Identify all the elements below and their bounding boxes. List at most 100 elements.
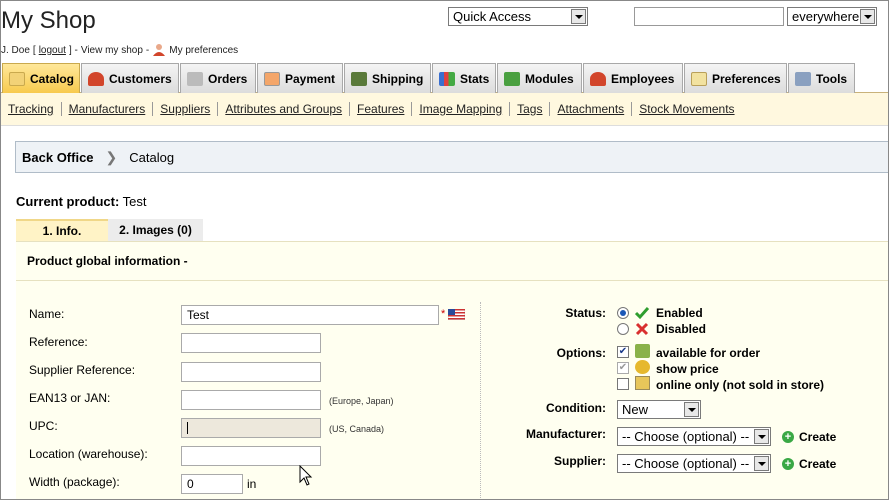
status-enabled-radio[interactable] [617,307,629,319]
tab-product-info[interactable]: 1. Info. [16,219,108,241]
us-flag-icon[interactable] [448,309,465,320]
width-unit: in [247,477,257,491]
plus-icon: + [782,431,794,443]
subnav-attachments[interactable]: Attachments [550,102,633,116]
show-price-label: show price [656,362,719,376]
name-field[interactable]: Test [181,305,439,325]
store-icon [635,376,650,390]
cart-icon [635,344,650,358]
manufacturer-label: Manufacturer: [525,427,606,441]
tab-shipping[interactable]: Shipping [344,63,431,93]
text-caret [187,422,188,434]
panel-title: Product global information - [27,254,188,268]
logout-link[interactable]: logout [39,45,66,56]
available-for-order-label: available for order [656,346,761,360]
supplier-reference-label: Supplier Reference: [29,363,136,377]
search-scope-select[interactable]: everywhere [787,7,877,26]
shipping-icon [351,71,367,86]
status-disabled-radio[interactable] [617,323,629,335]
subnav-stock-movements[interactable]: Stock Movements [632,102,741,116]
chevron-down-icon [684,402,699,417]
condition-select[interactable]: New [617,400,701,419]
status-label: Status: [565,306,606,320]
chevron-down-icon [571,9,586,24]
breadcrumb-root[interactable]: Back Office [22,150,94,165]
user-name: J. Doe [1,44,30,56]
create-supplier-button[interactable]: + Create [782,457,836,471]
tab-preferences[interactable]: Preferences [684,63,787,93]
my-preferences-link[interactable]: My preferences [169,45,238,56]
preferences-icon [691,71,707,86]
supplier-reference-field[interactable] [181,362,321,382]
subnav-suppliers[interactable]: Suppliers [153,102,219,116]
subnav-attributes-groups[interactable]: Attributes and Groups [218,102,351,116]
supplier-label: Supplier: [553,454,606,468]
tab-payment[interactable]: Payment [257,63,343,93]
width-label: Width (package): [29,475,120,489]
upc-label: UPC: [29,419,58,433]
available-for-order-checkbox[interactable]: ✔ [617,346,629,358]
orders-icon [187,71,203,86]
search-input[interactable] [634,7,784,26]
upc-hint: (US, Canada) [329,424,385,434]
condition-label: Condition: [546,401,606,415]
catalog-icon [9,72,25,86]
stats-icon [439,71,455,86]
width-field[interactable]: 0 [181,474,243,494]
name-label: Name: [29,307,65,321]
subnav-tags[interactable]: Tags [510,102,551,116]
ean13-field[interactable] [181,390,321,410]
online-only-checkbox[interactable] [617,378,629,390]
tab-orders[interactable]: Orders [180,63,256,93]
chevron-down-icon [754,429,769,444]
manufacturer-select[interactable]: -- Choose (optional) -- [617,427,771,446]
cross-icon [635,322,649,336]
tab-catalog[interactable]: Catalog [2,63,80,94]
subnav-tracking[interactable]: Tracking [1,102,62,116]
tab-customers[interactable]: Customers [81,63,179,93]
plus-icon: + [782,458,794,470]
customers-icon [88,71,104,86]
create-manufacturer-button[interactable]: + Create [782,430,836,444]
subnav-image-mapping[interactable]: Image Mapping [412,102,511,116]
mouse-pointer-icon [299,465,313,486]
reference-label: Reference: [29,335,88,349]
status-enabled-label: Enabled [656,306,703,320]
payment-icon [264,71,280,86]
ean13-hint: (Europe, Japan) [329,396,394,406]
check-icon [634,307,650,320]
reference-field[interactable] [181,333,321,353]
subnav-features[interactable]: Features [350,102,413,116]
tab-stats[interactable]: Stats [432,63,496,93]
tab-tools[interactable]: Tools [788,63,855,93]
tab-modules[interactable]: Modules [497,63,582,93]
employees-icon [590,71,606,86]
modules-icon [504,71,520,86]
breadcrumb-current: Catalog [129,149,175,165]
subnav-manufacturers[interactable]: Manufacturers [62,102,154,116]
location-field[interactable] [181,446,321,466]
tab-employees[interactable]: Employees [583,63,683,93]
required-marker: * [441,308,446,320]
header-user-links: J. Doe [ logout ] - View my shop - My pr… [1,44,239,56]
show-price-checkbox[interactable]: ✔ [617,362,629,374]
options-label: Options: [556,346,606,360]
tab-product-images[interactable]: 2. Images (0) [108,219,203,241]
quick-access-select[interactable]: Quick Access [448,7,588,26]
tools-icon [795,71,811,86]
upc-field[interactable] [181,418,321,438]
online-only-label: online only (not sold in store) [656,378,824,392]
catalog-subnav: Tracking Manufacturers Suppliers Attribu… [1,93,888,126]
chevron-right-icon: ❯ [105,148,118,165]
back-office-window: My Shop J. Doe [ logout ] - View my shop… [0,0,889,500]
status-disabled-label: Disabled [656,322,707,336]
current-product-name: Test [122,194,147,209]
supplier-select[interactable]: -- Choose (optional) -- [617,454,771,473]
ean13-label: EAN13 or JAN: [29,391,111,405]
chevron-down-icon [860,9,875,24]
current-product: Current product: Test [16,194,147,209]
view-shop-link[interactable]: View my shop [81,45,143,56]
main-tabs: Catalog Customers Orders Payment Shippin… [1,63,888,94]
breadcrumb: Back Office ❯ Catalog [15,141,888,173]
location-label: Location (warehouse): [29,447,148,461]
